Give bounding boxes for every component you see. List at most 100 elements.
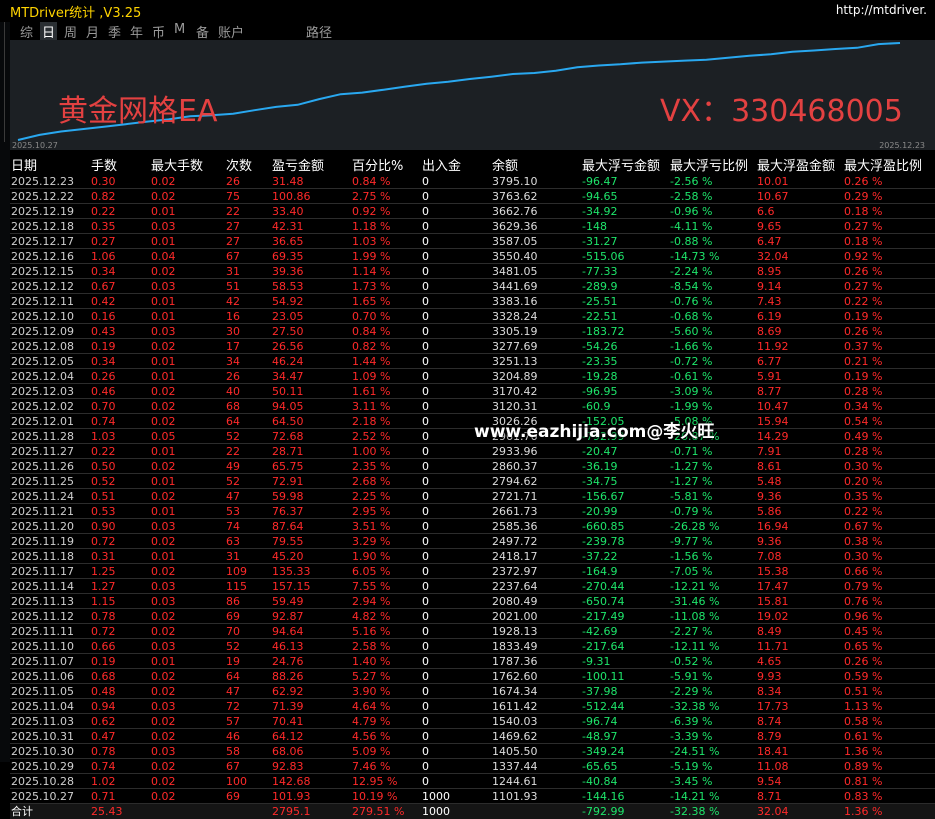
column-header-6[interactable]: 出入金 — [421, 155, 491, 174]
total-cell: 279.51 % — [351, 804, 421, 819]
tab-5[interactable]: 年 — [130, 22, 143, 41]
table-cell: 7.55 % — [351, 579, 421, 594]
column-header-5[interactable]: 百分比% — [351, 155, 421, 174]
tab-0[interactable]: 综 — [20, 22, 33, 41]
column-header-3[interactable]: 次数 — [225, 155, 271, 174]
column-header-8[interactable]: 最大浮亏金额 — [581, 155, 669, 174]
table-row[interactable]: 2025.12.090.430.033027.500.84 %03305.19-… — [10, 324, 935, 339]
table-row[interactable]: 2025.10.270.710.0269101.9310.19 %1000110… — [10, 789, 935, 804]
table-row[interactable]: 2025.11.190.720.026379.553.29 %02497.72-… — [10, 534, 935, 549]
table-cell: 92.83 — [271, 759, 351, 774]
table-row[interactable]: 2025.12.170.270.012736.651.03 %03587.05-… — [10, 234, 935, 249]
table-row[interactable]: 2025.11.131.150.038659.492.94 %02080.49-… — [10, 594, 935, 609]
column-header-11[interactable]: 最大浮盈比例 — [843, 155, 935, 174]
table-cell: 0.34 — [90, 264, 150, 279]
table-row[interactable]: 2025.12.030.460.024050.111.61 %03170.42-… — [10, 384, 935, 399]
table-cell: -144.16 — [581, 789, 669, 804]
tab-10[interactable]: 路径 — [306, 22, 332, 41]
table-row[interactable]: 2025.11.200.900.037487.643.51 %02585.36-… — [10, 519, 935, 534]
table-row[interactable]: 2025.12.040.260.012634.471.09 %03204.89-… — [10, 369, 935, 384]
table-row[interactable]: 2025.11.100.660.035246.132.58 %01833.49-… — [10, 639, 935, 654]
table-row[interactable]: 2025.12.220.820.0275100.862.75 %03763.62… — [10, 189, 935, 204]
site-url-link[interactable]: http://mtdriver. — [836, 3, 927, 17]
tab-8[interactable]: 备 — [196, 22, 209, 41]
table-cell: 3550.40 — [491, 249, 581, 264]
table-row[interactable]: 2025.11.040.940.037271.394.64 %01611.42-… — [10, 699, 935, 714]
column-header-0[interactable]: 日期 — [10, 155, 90, 174]
table-cell: 30 — [225, 324, 271, 339]
table-row[interactable]: 2025.11.240.510.024759.982.25 %02721.71-… — [10, 489, 935, 504]
table-cell: -0.61 % — [669, 369, 756, 384]
table-row[interactable]: 2025.11.141.270.03115157.157.55 %02237.6… — [10, 579, 935, 594]
table-cell: 92.87 — [271, 609, 351, 624]
table-row[interactable]: 2025.10.290.740.026792.837.46 %01337.44-… — [10, 759, 935, 774]
table-row[interactable]: 2025.12.230.300.022631.480.84 %03795.10-… — [10, 174, 935, 189]
total-cell: 2795.1 — [271, 804, 351, 819]
column-header-9[interactable]: 最大浮亏比例 — [669, 155, 756, 174]
tab-6[interactable]: 币 — [152, 22, 165, 41]
column-header-1[interactable]: 手数 — [90, 155, 150, 174]
tab-2[interactable]: 周 — [64, 22, 77, 41]
left-gutter — [0, 22, 10, 762]
table-cell: 0.72 — [90, 534, 150, 549]
tab-3[interactable]: 月 — [86, 22, 99, 41]
table-cell: 0.02 — [150, 174, 225, 189]
table-row[interactable]: 2025.11.180.310.013145.201.90 %02418.17-… — [10, 549, 935, 564]
table-cell: 0 — [421, 594, 491, 609]
chart-watermark-right: VX：330468005 — [660, 86, 903, 130]
column-header-7[interactable]: 余额 — [491, 155, 581, 174]
table-row[interactable]: 2025.12.010.740.026464.502.18 %03026.26-… — [10, 414, 935, 429]
tab-9[interactable]: 账户 — [218, 22, 244, 41]
table-cell: 109 — [225, 564, 271, 579]
table-row[interactable]: 2025.12.161.060.046769.351.99 %03550.40-… — [10, 249, 935, 264]
table-row[interactable]: 2025.11.120.780.026992.874.82 %02021.00-… — [10, 609, 935, 624]
table-row[interactable]: 2025.11.070.190.011924.761.40 %01787.36-… — [10, 654, 935, 669]
table-row[interactable]: 2025.11.060.680.026488.265.27 %01762.60-… — [10, 669, 935, 684]
table-cell: 0 — [421, 729, 491, 744]
table-row[interactable]: 2025.12.050.340.013446.241.44 %03251.13-… — [10, 354, 935, 369]
table-row[interactable]: 2025.11.250.520.015272.912.68 %02794.62-… — [10, 474, 935, 489]
table-row[interactable]: 2025.11.260.500.024965.752.35 %02860.37-… — [10, 459, 935, 474]
column-header-4[interactable]: 盈亏金额 — [271, 155, 351, 174]
table-row[interactable]: 2025.12.110.420.014254.921.65 %03383.16-… — [10, 294, 935, 309]
table-cell: 8.95 — [756, 264, 843, 279]
tab-1[interactable]: 日 — [40, 22, 57, 41]
table-row[interactable]: 2025.11.281.030.055272.682.52 %02961.76-… — [10, 429, 935, 444]
table-cell: 0.90 — [90, 519, 150, 534]
table-row[interactable]: 2025.12.080.190.021726.560.82 %03277.69-… — [10, 339, 935, 354]
table-cell: 1.65 % — [351, 294, 421, 309]
table-row[interactable]: 2025.12.020.700.026894.053.11 %03120.31-… — [10, 399, 935, 414]
table-cell: -14.21 % — [669, 789, 756, 804]
table-row[interactable]: 2025.11.110.720.027094.645.16 %01928.13-… — [10, 624, 935, 639]
table-row[interactable]: 2025.11.050.480.024762.923.90 %01674.34-… — [10, 684, 935, 699]
table-row[interactable]: 2025.12.150.340.023139.361.14 %03481.05-… — [10, 264, 935, 279]
table-row[interactable]: 2025.12.180.350.032742.311.18 %03629.36-… — [10, 219, 935, 234]
tab-4[interactable]: 季 — [108, 22, 121, 41]
table-cell: -164.9 — [581, 564, 669, 579]
column-header-2[interactable]: 最大手数 — [150, 155, 225, 174]
table-row[interactable]: 2025.10.310.470.024664.124.56 %01469.62-… — [10, 729, 935, 744]
table-row[interactable]: 2025.10.300.780.035868.065.09 %01405.50-… — [10, 744, 935, 759]
table-row[interactable]: 2025.11.030.620.025770.414.79 %01540.03-… — [10, 714, 935, 729]
table-row[interactable]: 2025.11.270.220.012228.711.00 %02933.96-… — [10, 444, 935, 459]
table-cell: 0.03 — [150, 519, 225, 534]
table-cell: 0.67 — [90, 279, 150, 294]
table-row[interactable]: 2025.12.120.670.035158.531.73 %03441.69-… — [10, 279, 935, 294]
table-cell: 3587.05 — [491, 234, 581, 249]
table-row[interactable]: 2025.12.190.220.012233.400.92 %03662.76-… — [10, 204, 935, 219]
table-cell: 0.96 % — [843, 609, 935, 624]
table-row[interactable]: 2025.11.210.530.015376.372.95 %02661.73-… — [10, 504, 935, 519]
table-cell: 34 — [225, 354, 271, 369]
table-cell: 0.20 % — [843, 474, 935, 489]
table-cell: 0.19 — [90, 339, 150, 354]
table-cell: -239.78 — [581, 534, 669, 549]
table-row[interactable]: 2025.10.281.020.02100142.6812.95 %01244.… — [10, 774, 935, 789]
table-row[interactable]: 2025.11.171.250.02109135.336.05 %02372.9… — [10, 564, 935, 579]
table-cell: 10.01 — [756, 174, 843, 189]
equity-chart: 黄金网格EA VX：330468005 2025.10.27 2025.12.2… — [10, 40, 935, 150]
table-cell: -6.39 % — [669, 714, 756, 729]
table-row[interactable]: 2025.12.100.160.011623.050.70 %03328.24-… — [10, 309, 935, 324]
tab-7[interactable]: M — [174, 22, 185, 37]
table-cell: 0 — [421, 609, 491, 624]
column-header-10[interactable]: 最大浮盈金额 — [756, 155, 843, 174]
